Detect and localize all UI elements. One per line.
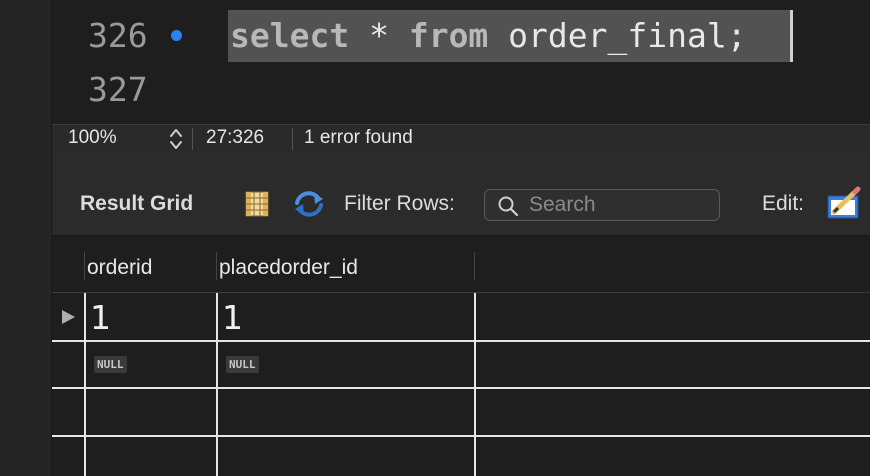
grid-row-line: [52, 387, 870, 389]
error-count[interactable]: 1 error found: [304, 127, 413, 149]
line-number: 326: [88, 16, 148, 55]
text-cursor: [790, 10, 793, 62]
column-header-placedorder-id[interactable]: placedorder_id: [219, 256, 358, 280]
editor-line[interactable]: 326 select * from order_final;: [52, 10, 870, 62]
filter-search-input[interactable]: [529, 192, 709, 218]
zoom-stepper-icon[interactable]: [166, 125, 186, 153]
workbench-window: 326 select * from order_final; 327 100% …: [0, 0, 870, 476]
grid-row-line: [52, 435, 870, 437]
null-cell[interactable]: NULL: [226, 356, 259, 373]
grid-row-line: [52, 340, 870, 342]
sql-editor[interactable]: 326 select * from order_final; 327: [52, 0, 870, 124]
table-cell[interactable]: 1: [90, 298, 111, 337]
editor-line[interactable]: 327: [52, 64, 870, 116]
grid-column-line: [216, 293, 218, 476]
current-row-arrow-icon: [62, 310, 75, 324]
header-divider: [52, 292, 870, 293]
status-divider: [192, 128, 193, 150]
column-divider[interactable]: [216, 252, 217, 280]
filter-rows-label: Filter Rows:: [344, 192, 455, 215]
column-header-orderid[interactable]: orderid: [87, 256, 152, 280]
filter-search-box[interactable]: [484, 189, 720, 221]
edit-label: Edit:: [762, 192, 805, 215]
sql-identifier: order_final;: [488, 16, 747, 55]
refresh-icon[interactable]: [292, 190, 326, 218]
result-toolbar: Result Grid Filter Rows: Edit:: [52, 152, 870, 236]
status-divider: [292, 128, 293, 150]
grid-view-icon[interactable]: [243, 190, 271, 218]
grid-header: orderid placedorder_id: [52, 236, 870, 293]
grid-column-line: [84, 293, 86, 476]
table-cell[interactable]: 1: [222, 298, 243, 337]
statement-marker-icon[interactable]: [171, 30, 182, 41]
editor-status-bar: 100% 27:326 1 error found: [52, 124, 870, 152]
search-icon: [498, 196, 519, 217]
sql-keyword: from: [408, 16, 489, 55]
line-number: 327: [88, 70, 148, 109]
zoom-level: 100%: [68, 127, 117, 148]
null-cell[interactable]: NULL: [94, 356, 127, 373]
cursor-position: 27:326: [206, 127, 265, 148]
sql-symbol: *: [349, 16, 409, 55]
selected-sql-statement[interactable]: select * from order_final;: [228, 10, 793, 62]
result-grid[interactable]: orderid placedorder_id 1 1 NULL NULL: [52, 236, 870, 476]
result-grid-label[interactable]: Result Grid: [80, 192, 193, 216]
column-divider[interactable]: [84, 252, 85, 280]
sql-keyword: select: [230, 16, 350, 55]
edit-pencil-icon[interactable]: [826, 186, 862, 220]
column-divider[interactable]: [474, 252, 475, 280]
grid-column-line: [474, 293, 476, 476]
left-sidebar-strip: [0, 0, 52, 476]
